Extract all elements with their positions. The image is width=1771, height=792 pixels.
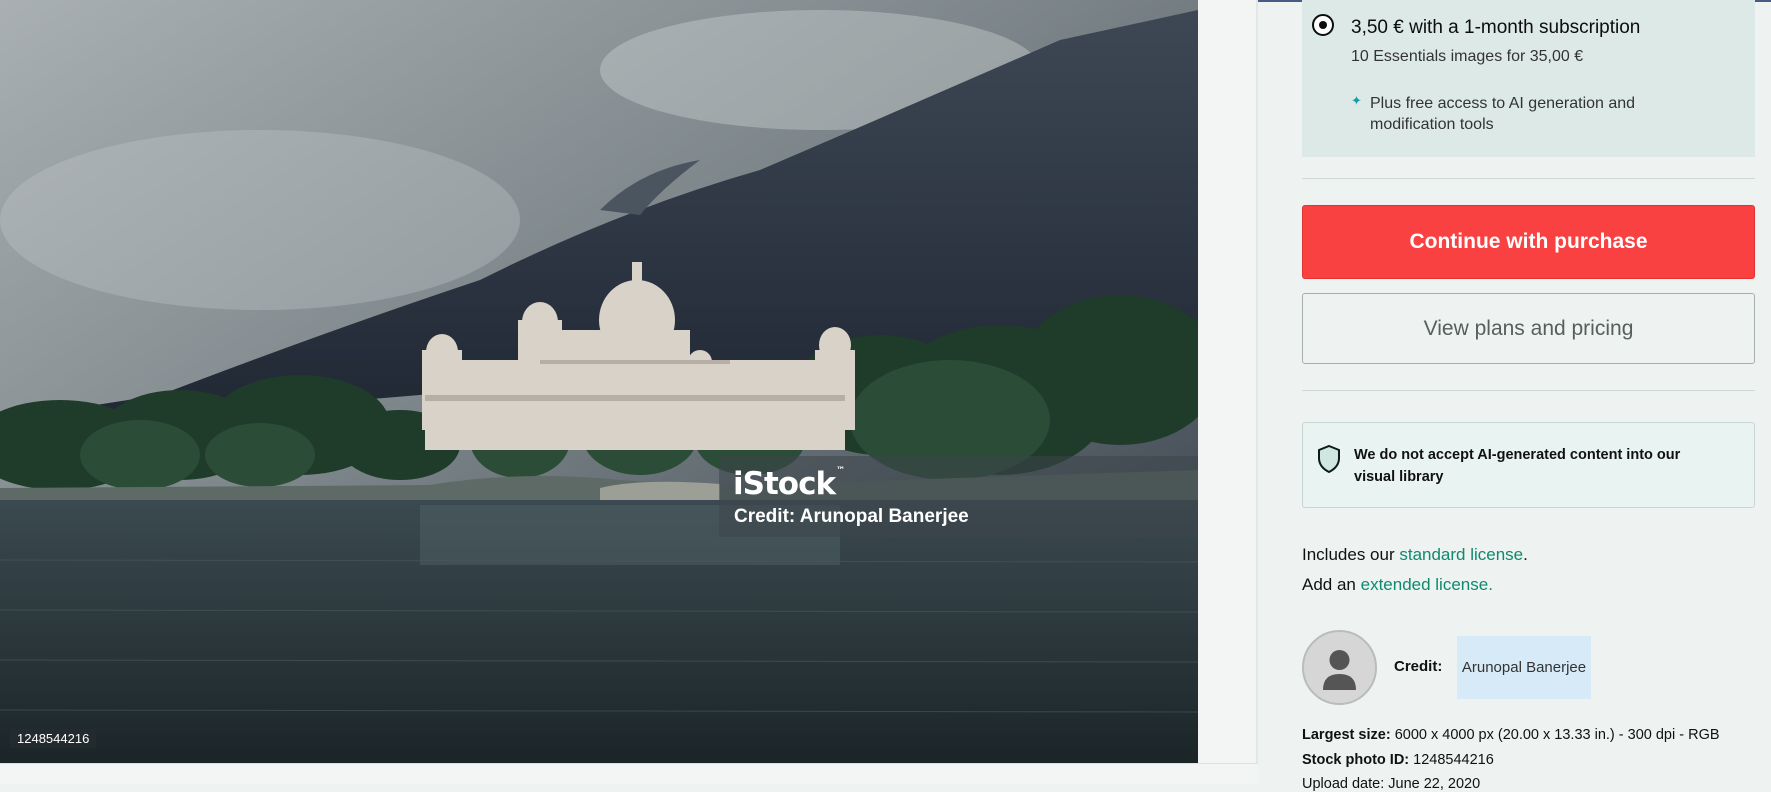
contributor-name-link[interactable]: Arunopal Banerjee [1457, 636, 1591, 699]
extended-license-line: Add an extended license. [1302, 575, 1493, 594]
istock-logo: iStock™ [733, 466, 845, 502]
view-plans-button[interactable]: View plans and pricing [1302, 293, 1755, 364]
largest-size-row: Largest size: 6000 x 4000 px (20.00 x 13… [1302, 727, 1720, 743]
continue-purchase-button[interactable]: Continue with purchase [1302, 205, 1755, 279]
panel-gutter [1198, 0, 1258, 773]
divider [1302, 390, 1755, 391]
standard-license-line: Includes our standard license. [1302, 545, 1528, 564]
shield-icon [1318, 445, 1340, 473]
user-icon [1323, 650, 1356, 690]
radio-selected-dot [1319, 21, 1327, 29]
subscription-radio[interactable] [1312, 14, 1334, 36]
extended-license-link[interactable]: extended license. [1361, 575, 1493, 594]
photo-bottom-strip [0, 763, 1258, 784]
ai-perk-text: Plus free access to AI generation and mo… [1370, 95, 1636, 133]
subscription-subtitle: 10 Essentials images for 35,00 € [1351, 48, 1584, 65]
ai-content-notice: We do not accept AI-generated content in… [1302, 422, 1755, 508]
stock-id-row: Stock photo ID: 1248544216 [1302, 752, 1494, 768]
photo-id-label: 1248544216 [10, 729, 97, 748]
ai-notice-text: We do not accept AI-generated content in… [1354, 447, 1681, 485]
stock-photo[interactable]: iStock™ Credit: Arunopal Banerjee 124854… [0, 0, 1198, 763]
subscription-title: 3,50 € with a 1-month subscription [1351, 17, 1641, 38]
credit-label: Credit: [1394, 658, 1443, 675]
sparkle-icon: ✦ [1351, 93, 1362, 108]
photo-image [0, 0, 1198, 763]
istock-watermark: iStock™ Credit: Arunopal Banerjee [719, 456, 1198, 537]
upload-date-row: Upload date: June 22, 2020 [1302, 776, 1481, 792]
gutter-divider [1256, 0, 1258, 773]
divider [1302, 178, 1755, 179]
watermark-credit: Credit: Arunopal Banerjee [734, 506, 969, 527]
standard-license-link[interactable]: standard license [1399, 545, 1523, 564]
contributor-avatar[interactable] [1302, 630, 1377, 705]
